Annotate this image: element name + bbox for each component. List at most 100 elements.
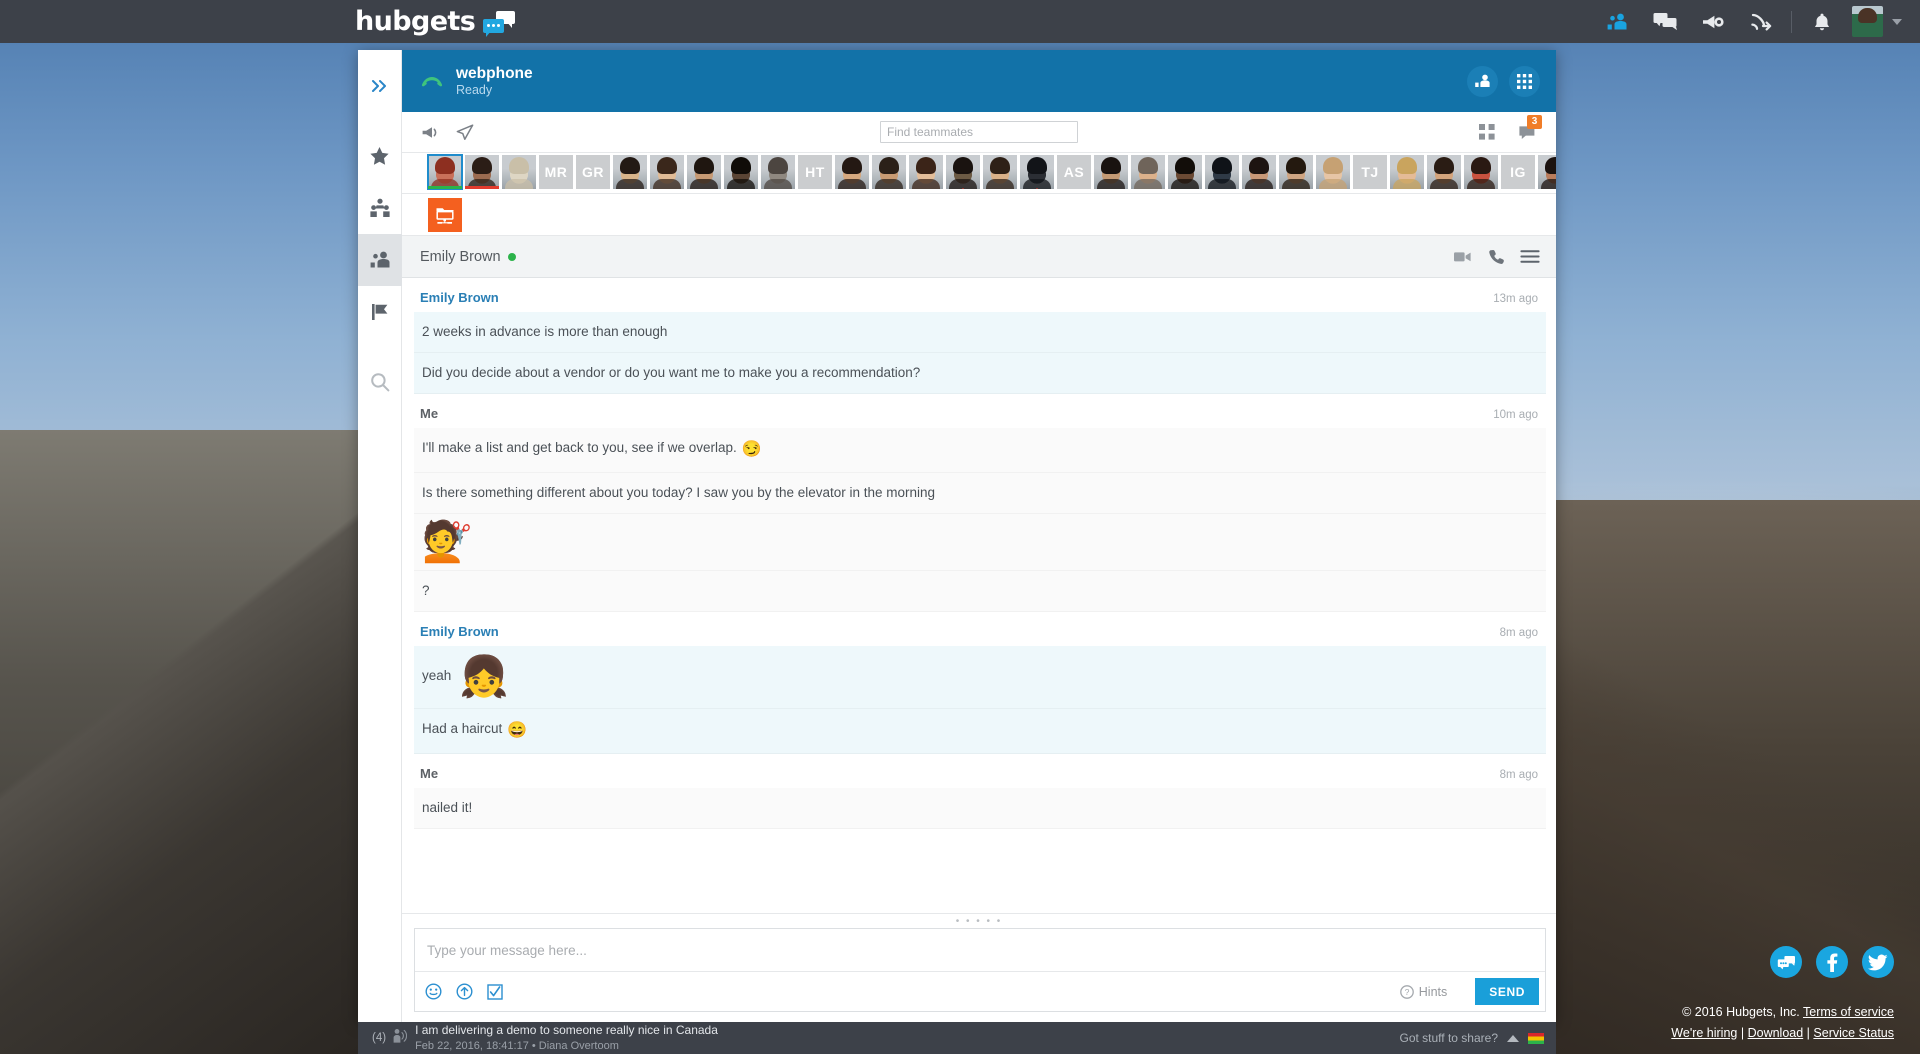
upload-icon[interactable]	[456, 983, 473, 1000]
teammate-avatar[interactable]	[1094, 155, 1128, 189]
task-icon[interactable]	[487, 983, 503, 1000]
share-prompt[interactable]: Got stuff to share?	[1399, 1031, 1498, 1045]
teammate-avatar[interactable]	[1242, 155, 1276, 189]
teammate-avatar[interactable]	[835, 155, 869, 189]
avatar-photo	[472, 157, 492, 174]
menu-icon[interactable]	[1520, 249, 1540, 264]
message-timestamp: 10m ago	[1493, 409, 1538, 422]
screen-share-icon[interactable]	[428, 197, 462, 232]
teammate-avatar[interactable]	[1427, 155, 1461, 189]
teammate-avatar[interactable]: IG	[1501, 155, 1535, 189]
teammates-strip[interactable]: MR GR HT AS TJ IG	[402, 153, 1556, 194]
presence-indicator	[507, 252, 516, 261]
terms-link[interactable]: Terms of service	[1803, 1005, 1894, 1019]
hiring-link[interactable]: We're hiring	[1671, 1026, 1737, 1040]
service-status-link[interactable]: Service Status	[1813, 1026, 1894, 1040]
teammate-avatar[interactable]	[983, 155, 1017, 189]
teammate-avatar[interactable]	[650, 155, 684, 189]
sidebar-item-colleagues[interactable]	[358, 182, 402, 234]
sidebar-item-flagged[interactable]	[358, 286, 402, 338]
teammate-avatar[interactable]	[1464, 155, 1498, 189]
teammate-avatar[interactable]	[1020, 155, 1054, 189]
bell-icon[interactable]	[1798, 0, 1846, 43]
brand-logo[interactable]: hubgets	[355, 8, 516, 37]
composer-box: ? Hints SEND	[414, 928, 1546, 1012]
chevron-down-icon[interactable]	[1892, 18, 1902, 25]
hubgets-icon[interactable]	[1770, 946, 1802, 978]
teammate-avatar[interactable]	[909, 155, 943, 189]
separator: |	[1740, 1025, 1745, 1040]
teammate-avatar[interactable]	[761, 155, 795, 189]
call-forward-icon[interactable]	[1737, 0, 1785, 43]
avatar-body	[727, 179, 755, 189]
teammate-avatar[interactable]	[1131, 155, 1165, 189]
teammate-avatar[interactable]	[724, 155, 758, 189]
chat-icon[interactable]	[1641, 0, 1689, 43]
message-list[interactable]: Emily Brown 13m ago 2 weeks in advance is …	[402, 278, 1556, 914]
message-bubble: Did you decide about a vendor or do you …	[414, 353, 1546, 395]
status-title: I am delivering a demo to someone really…	[415, 1023, 718, 1038]
top-navigation-bar: hubgets	[0, 0, 1920, 43]
teammate-avatar[interactable]: TJ	[1353, 155, 1387, 189]
avatar-body	[838, 179, 866, 189]
composer-toolbar: ? Hints SEND	[415, 971, 1545, 1011]
megaphone-icon[interactable]	[414, 112, 448, 153]
teammate-avatar[interactable]	[427, 154, 463, 190]
avatar[interactable]	[1852, 6, 1883, 37]
sidebar-item-favorites[interactable]	[358, 130, 402, 182]
grid-view-icon[interactable]	[1470, 112, 1504, 153]
teammate-avatar[interactable]	[613, 155, 647, 189]
dialpad-button[interactable]	[1509, 65, 1540, 97]
teammate-avatar[interactable]: MR	[539, 155, 573, 189]
send-button[interactable]: SEND	[1475, 978, 1539, 1005]
teammate-avatar[interactable]	[687, 155, 721, 189]
video-call-icon[interactable]	[1453, 249, 1473, 264]
voice-call-icon[interactable]	[1489, 249, 1504, 265]
teammate-avatar[interactable]	[1279, 155, 1313, 189]
teammate-avatar[interactable]	[1205, 155, 1239, 189]
message-author[interactable]: Emily Brown	[420, 624, 499, 639]
avatar-body	[690, 179, 718, 189]
teammate-avatar[interactable]	[1538, 155, 1556, 189]
message-author[interactable]: Emily Brown	[420, 290, 499, 305]
footer-line-2: We're hiring | Download | Service Status	[1671, 1023, 1894, 1044]
emoji: 😄	[507, 722, 528, 740]
emoji: 👧	[459, 655, 510, 700]
search-icon[interactable]	[358, 356, 402, 408]
twitter-icon[interactable]	[1862, 946, 1894, 978]
teammate-avatar[interactable]: HT	[798, 155, 832, 189]
teammate-avatar[interactable]: AS	[1057, 155, 1091, 189]
teammate-avatar[interactable]: GR	[576, 155, 610, 189]
teammate-avatar[interactable]	[502, 155, 536, 189]
teammates-icon[interactable]	[1593, 0, 1641, 43]
teammate-avatar[interactable]	[1316, 155, 1350, 189]
send-icon[interactable]	[448, 112, 482, 153]
emoji-icon[interactable]	[425, 983, 442, 1000]
status-flag-icon[interactable]	[1528, 1032, 1544, 1044]
hints-button[interactable]: ? Hints	[1399, 984, 1448, 999]
message-group: Emily Brown 8m ago yeah 👧 Had a haircut 😄	[402, 612, 1556, 755]
facebook-icon[interactable]	[1816, 946, 1848, 978]
megaphone-icon[interactable]	[1689, 0, 1737, 43]
avatar-photo	[1101, 157, 1121, 174]
avatar-body	[653, 179, 681, 189]
webphone-name: webphone	[456, 64, 533, 82]
message-input[interactable]	[415, 929, 1545, 971]
chevron-up-icon[interactable]	[1507, 1034, 1519, 1042]
expand-icon[interactable]	[358, 60, 402, 112]
avatar-photo	[879, 157, 899, 174]
sidebar-item-teammates[interactable]	[357, 234, 402, 286]
resize-grip[interactable]: • • • • •	[402, 914, 1556, 928]
teammate-avatar[interactable]	[872, 155, 906, 189]
teammate-avatar[interactable]	[1390, 155, 1424, 189]
contacts-button[interactable]	[1467, 65, 1498, 97]
teammate-avatar[interactable]	[946, 155, 980, 189]
teammate-avatar[interactable]	[1168, 155, 1202, 189]
hints-label: Hints	[1418, 984, 1448, 999]
search-input[interactable]	[880, 121, 1078, 143]
teammate-avatar[interactable]	[465, 155, 499, 189]
download-link[interactable]: Download	[1748, 1026, 1804, 1040]
avatar-body	[1208, 179, 1236, 189]
presence-indicator	[465, 186, 499, 189]
avatar-photo	[1545, 157, 1556, 174]
